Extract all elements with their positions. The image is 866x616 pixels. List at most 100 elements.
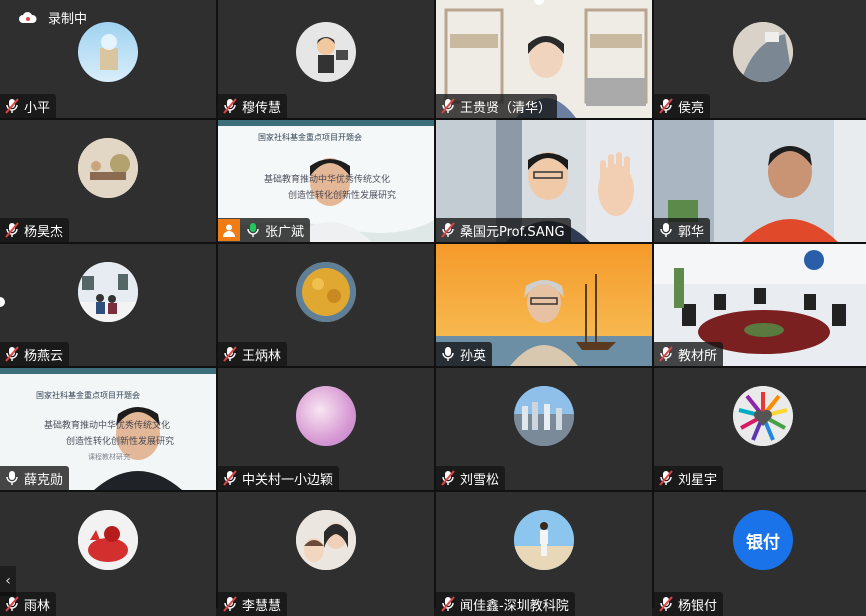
slide-line: 基础教育推动中华优秀传统文化	[44, 421, 171, 431]
participant-tile[interactable]: 桑国元Prof.SANG	[436, 120, 652, 242]
participant-name-tag: 李慧慧	[218, 592, 288, 616]
mic-muted-icon	[441, 470, 455, 486]
back-button[interactable]: ‹	[0, 566, 16, 596]
avatar	[514, 386, 574, 446]
participant-name: 王炳林	[242, 348, 282, 364]
participant-name: 李慧慧	[242, 598, 282, 614]
participant-tile[interactable]: 国家社科基金重点项目开题会 基础教育推动中华优秀传统文化 创造性转化创新性发展研…	[0, 368, 216, 490]
mic-active-icon	[442, 347, 454, 361]
participant-name: 杨燕云	[24, 348, 64, 364]
avatar	[296, 262, 356, 322]
avatar-initials: 银付	[746, 532, 780, 553]
slide-line: 创造性转化创新性发展研究	[288, 191, 397, 201]
participant-name-tag: 王贵贤（清华）	[436, 94, 558, 118]
participant-name-tag: 杨昊杰	[0, 218, 70, 242]
mic-muted-icon	[441, 98, 455, 114]
avatar	[78, 22, 138, 82]
participant-tile[interactable]: 闻佳鑫-深圳教科院	[436, 492, 652, 616]
slide-line: 创造性转化创新性发展研究	[66, 437, 175, 447]
chevron-left-icon: ‹	[5, 573, 11, 589]
avatar	[296, 386, 356, 446]
mic-muted-icon	[223, 98, 237, 114]
mic-muted-icon	[659, 98, 673, 114]
participant-name-tag: 薛克勋	[0, 466, 70, 490]
mic-muted-icon	[441, 596, 455, 612]
participant-name: 刘星宇	[678, 472, 718, 488]
slide-line: 基础教育推动中华优秀传统文化	[264, 175, 391, 185]
avatar	[733, 22, 793, 82]
participant-name: 张广斌	[265, 224, 305, 240]
participant-tile[interactable]: 孙英	[436, 244, 652, 366]
mic-active-icon	[6, 471, 18, 485]
participant-name: 王贵贤（清华）	[460, 100, 552, 116]
participant-name: 教材所	[678, 348, 718, 364]
participant-name-tag: 刘星宇	[654, 466, 724, 490]
participant-name: 杨银付	[678, 598, 718, 614]
avatar	[733, 386, 793, 446]
participant-tile[interactable]: 穆传慧	[218, 0, 434, 118]
participant-name-tag: 小平	[0, 94, 57, 118]
participant-tile[interactable]: 郭华	[654, 120, 866, 242]
mic-muted-icon	[659, 470, 673, 486]
participant-tile[interactable]: 刘星宇	[654, 368, 866, 490]
participant-name-tag: 张广斌	[218, 218, 311, 242]
avatar: 银付	[733, 510, 793, 570]
participant-name-tag: 孙英	[436, 342, 493, 366]
participant-tile[interactable]: 教材所	[654, 244, 866, 366]
slide-subtitle: 课程教材研究	[88, 453, 130, 461]
participant-tile[interactable]: 李慧慧	[218, 492, 434, 616]
mic-muted-icon	[659, 596, 673, 612]
recording-indicator[interactable]: 录制中	[18, 8, 87, 27]
mic-active-icon	[660, 223, 672, 237]
participant-name: 小平	[24, 100, 51, 116]
participant-name-tag: 郭华	[654, 218, 711, 242]
participant-name: 穆传慧	[242, 100, 282, 116]
mic-muted-icon	[659, 346, 673, 362]
mic-muted-icon	[5, 222, 19, 238]
slide-title: 国家社科基金重点项目开题会	[36, 391, 140, 400]
mic-muted-icon	[5, 98, 19, 114]
participant-tile[interactable]: 刘雪松	[436, 368, 652, 490]
participant-name-tag: 侯亮	[654, 94, 711, 118]
participant-name-tag: 杨银付	[654, 592, 724, 616]
participant-tile[interactable]: 中关村一小边颖	[218, 368, 434, 490]
participant-name: 刘雪松	[460, 472, 500, 488]
participant-name-tag: 穆传慧	[218, 94, 288, 118]
participant-name: 中关村一小边颖	[242, 472, 334, 488]
avatar	[78, 262, 138, 322]
participant-name-tag: 教材所	[654, 342, 724, 366]
mic-muted-icon	[223, 470, 237, 486]
participant-tile[interactable]: 杨昊杰	[0, 120, 216, 242]
mic-active-icon	[247, 223, 259, 237]
video-grid: 小平 穆传慧 王贵贤（清华） 侯亮 杨昊杰 国家社科基金重点项目开题会 基础教育…	[0, 0, 866, 616]
participant-name-tag: 刘雪松	[436, 466, 506, 490]
avatar	[514, 510, 574, 570]
participant-name: 桑国元Prof.SANG	[460, 224, 565, 240]
participant-tile-active-speaker[interactable]: 国家社科基金重点项目开题会 基础教育推动中华优秀传统文化 创造性转化创新性发展研…	[218, 120, 434, 242]
mic-muted-icon	[5, 596, 19, 612]
participant-name-tag: 杨燕云	[0, 342, 70, 366]
participant-name: 闻佳鑫-深圳教科院	[460, 598, 569, 614]
mic-muted-icon	[441, 222, 455, 238]
participant-tile[interactable]: 雨林	[0, 492, 216, 616]
participant-name: 侯亮	[678, 100, 705, 116]
participant-name-tag: 王炳林	[218, 342, 288, 366]
participant-tile[interactable]: 王贵贤（清华）	[436, 0, 652, 118]
recording-label: 录制中	[48, 12, 88, 27]
participant-name: 孙英	[460, 348, 487, 364]
avatar	[78, 510, 138, 570]
participant-tile[interactable]: 王炳林	[218, 244, 434, 366]
participant-tile[interactable]: 杨燕云	[0, 244, 216, 366]
mic-muted-icon	[5, 346, 19, 362]
participant-name-tag: 闻佳鑫-深圳教科院	[436, 592, 575, 616]
mic-muted-icon	[223, 346, 237, 362]
participant-tile[interactable]: 侯亮	[654, 0, 866, 118]
participant-tile[interactable]: 银付 杨银付	[654, 492, 866, 616]
participant-name-tag: 桑国元Prof.SANG	[436, 218, 571, 242]
cloud-icon	[19, 11, 37, 23]
participant-name: 薛克勋	[24, 472, 64, 488]
participant-name: 杨昊杰	[24, 224, 64, 240]
participant-name: 郭华	[678, 224, 705, 240]
avatar	[296, 510, 356, 570]
slide-title: 国家社科基金重点项目开题会	[258, 133, 362, 142]
